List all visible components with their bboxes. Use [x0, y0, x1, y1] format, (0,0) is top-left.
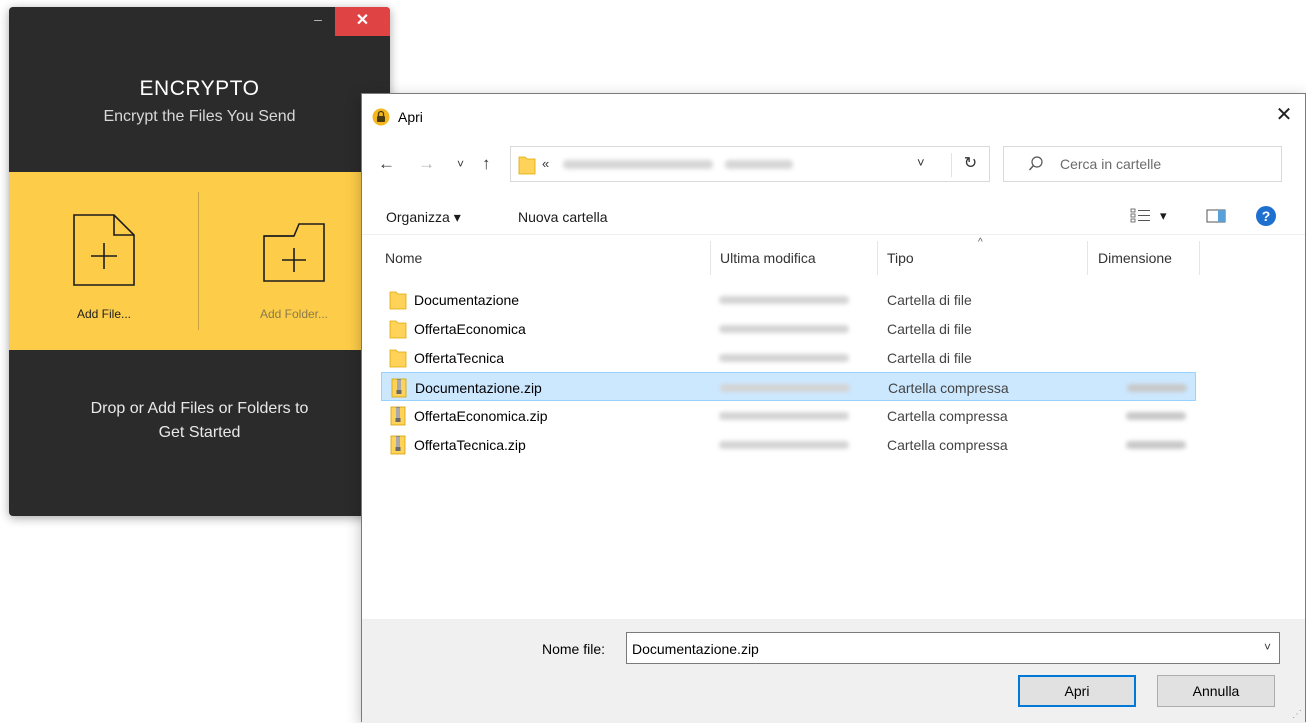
file-size-blurred	[1126, 412, 1186, 420]
column-separator[interactable]	[1199, 241, 1200, 275]
folder-icon	[389, 290, 407, 315]
drop-hint: Drop or Add Files or Folders to Get Star…	[9, 397, 390, 445]
new-folder-button[interactable]: Nuova cartella	[518, 209, 608, 225]
forward-button[interactable]: →	[418, 154, 435, 174]
back-button[interactable]: ←	[378, 154, 395, 174]
resize-grip-icon[interactable]: ⋰	[1292, 709, 1302, 720]
folder-icon	[389, 348, 407, 373]
file-name: Documentazione.zip	[415, 380, 542, 396]
column-type[interactable]: Tipo	[887, 250, 914, 266]
path-segment-blurred[interactable]	[725, 160, 793, 169]
dialog-titlebar: Apri ✕	[362, 94, 1305, 136]
file-name: OffertaEconomica.zip	[414, 408, 548, 424]
encrypto-app-icon	[372, 108, 390, 126]
dialog-footer: Nome file: ˅ Apri Annulla ⋰	[362, 619, 1305, 723]
change-view-button[interactable]	[1130, 206, 1152, 231]
file-type: Cartella compressa	[887, 437, 1008, 453]
filename-label: Nome file:	[542, 641, 606, 657]
recent-locations-button[interactable]: ˅	[457, 157, 464, 171]
app-title: ENCRYPTO	[139, 77, 260, 100]
file-modified-blurred	[719, 412, 849, 420]
add-folder-button[interactable]: Add Folder...	[229, 212, 359, 321]
preview-pane-button[interactable]	[1205, 206, 1227, 231]
file-type: Cartella compressa	[887, 408, 1008, 424]
add-folder-label: Add Folder...	[259, 307, 329, 321]
command-toolbar: Organizza ▾ Nuova cartella ▾ ?	[362, 200, 1305, 234]
folder-icon	[518, 156, 536, 175]
sort-caret-icon: ^	[978, 237, 983, 248]
help-icon: ?	[1256, 206, 1276, 226]
preview-pane-icon	[1206, 209, 1226, 223]
drop-hint-line2: Get Started	[158, 424, 241, 441]
folder-icon	[389, 319, 407, 344]
add-folder-icon	[263, 223, 325, 282]
filename-input[interactable]	[632, 639, 1232, 659]
drop-zone[interactable]: Add File... Add Folder...	[9, 172, 390, 350]
encrypto-window: – ✕ ENCRYPTO Encrypt the Files You Send …	[9, 7, 390, 516]
file-name: OffertaTecnica.zip	[414, 437, 526, 453]
dialog-close-button[interactable]: ✕	[1269, 103, 1299, 129]
up-button[interactable]: ↑	[482, 154, 491, 174]
file-name: OffertaTecnica	[414, 350, 505, 366]
column-size[interactable]: Dimensione	[1098, 250, 1172, 266]
column-modified[interactable]: Ultima modifica	[720, 250, 816, 266]
path-overflow[interactable]: «	[542, 156, 549, 171]
file-row[interactable]: OffertaTecnica.zip Cartella compressa	[381, 430, 1196, 459]
column-name[interactable]: Nome	[385, 250, 422, 266]
help-button[interactable]: ?	[1255, 205, 1277, 232]
address-bar[interactable]: « ˅ ↻	[510, 146, 990, 182]
view-dropdown-icon[interactable]: ▾	[1160, 208, 1167, 224]
zip-file-icon	[390, 378, 408, 403]
zip-file-icon	[389, 435, 407, 460]
refresh-button[interactable]: ↻	[951, 153, 989, 177]
drop-divider	[198, 192, 199, 330]
search-icon	[1028, 156, 1043, 171]
column-separator[interactable]	[710, 241, 711, 275]
column-separator[interactable]	[1087, 241, 1088, 275]
file-modified-blurred	[719, 325, 849, 333]
list-header: Nome Ultima modifica ^ Tipo Dimensione	[362, 235, 1305, 275]
add-file-button[interactable]: Add File...	[39, 212, 169, 321]
search-input[interactable]	[1060, 154, 1260, 174]
app-subtitle: Encrypt the Files You Send	[103, 108, 296, 125]
file-list: Nome Ultima modifica ^ Tipo Dimensione D…	[362, 234, 1305, 619]
file-row[interactable]: OffertaTecnica Cartella di file	[381, 343, 1196, 372]
svg-text:?: ?	[1262, 208, 1271, 224]
file-type: Cartella compressa	[888, 380, 1009, 396]
file-row[interactable]: OffertaEconomica Cartella di file	[381, 314, 1196, 343]
add-file-icon	[73, 214, 135, 286]
file-row[interactable]: Documentazione Cartella di file	[381, 285, 1196, 314]
drop-hint-line1: Drop or Add Files or Folders to	[90, 400, 309, 417]
file-size-blurred	[1127, 384, 1187, 392]
navigation-bar: ← → ˅ ↑ « ˅ ↻	[362, 146, 1305, 182]
open-file-dialog: Apri ✕ ← → ˅ ↑ « ˅ ↻ Organizza ▾ Nuova c…	[361, 93, 1306, 723]
cancel-button[interactable]: Annulla	[1157, 675, 1275, 707]
file-type: Cartella di file	[887, 292, 972, 308]
file-row[interactable]: Documentazione.zip Cartella compressa	[381, 372, 1196, 401]
add-file-label: Add File...	[76, 307, 132, 321]
file-type: Cartella di file	[887, 350, 972, 366]
file-modified-blurred	[719, 354, 849, 362]
path-segment-blurred[interactable]	[563, 160, 713, 169]
minimize-button[interactable]: –	[308, 12, 328, 29]
filename-combobox[interactable]: ˅	[626, 632, 1280, 664]
search-box[interactable]	[1003, 146, 1282, 182]
address-dropdown-button[interactable]: ˅	[917, 155, 925, 170]
file-modified-blurred	[719, 296, 849, 304]
file-modified-blurred	[719, 441, 849, 449]
dialog-title: Apri	[398, 109, 423, 125]
view-details-icon	[1130, 208, 1150, 223]
file-type: Cartella di file	[887, 321, 972, 337]
file-name: Documentazione	[414, 292, 520, 308]
file-row[interactable]: OffertaEconomica.zip Cartella compressa	[381, 401, 1196, 430]
open-button[interactable]: Apri	[1018, 675, 1136, 707]
column-separator[interactable]	[877, 241, 878, 275]
close-button[interactable]: ✕	[335, 7, 390, 36]
file-modified-blurred	[720, 384, 850, 392]
organize-menu-button[interactable]: Organizza ▾	[386, 209, 461, 226]
file-size-blurred	[1126, 441, 1186, 449]
filename-dropdown-button[interactable]: ˅	[1264, 640, 1271, 654]
zip-file-icon	[389, 406, 407, 431]
file-name: OffertaEconomica	[414, 321, 526, 337]
